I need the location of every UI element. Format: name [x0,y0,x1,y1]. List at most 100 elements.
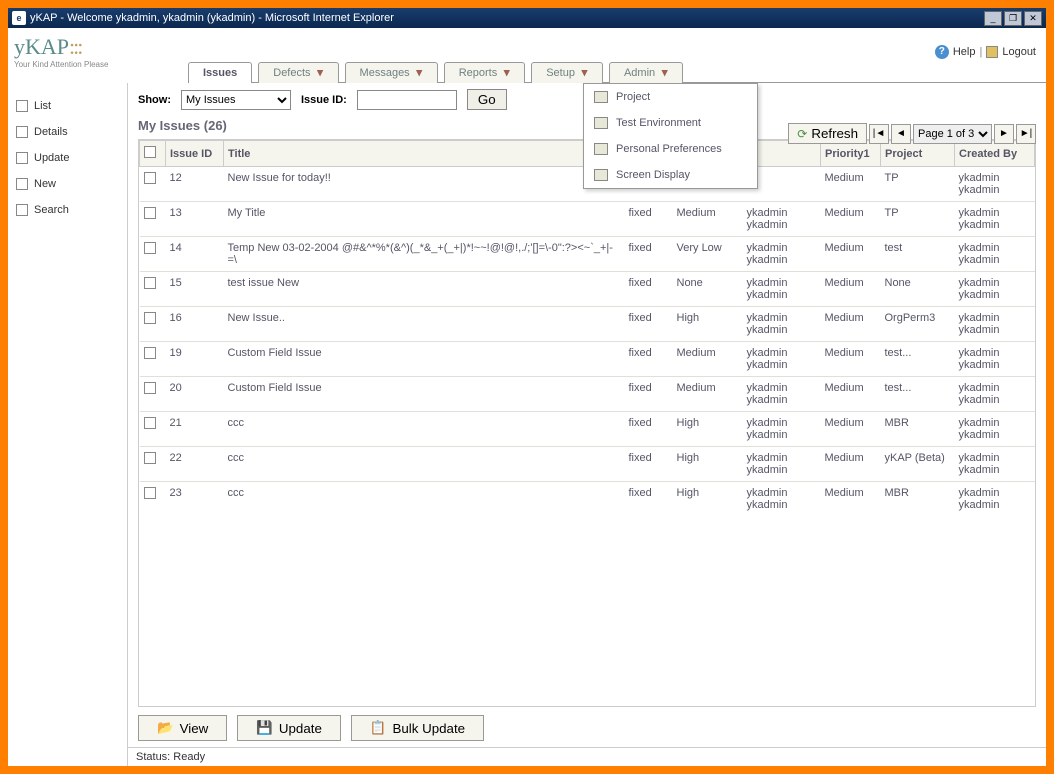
show-select[interactable]: My Issues [181,90,291,110]
cell: Medium [821,237,881,272]
page-last-button[interactable]: ►| [1016,124,1036,144]
cell: Very Low [673,237,743,272]
window-title: yKAP - Welcome ykadmin, ykadmin (ykadmin… [30,12,394,24]
page-prev-button[interactable]: ◄ [891,124,911,144]
table-row[interactable]: 20Custom Field IssuefixedMediumykadmin y… [140,377,1035,412]
sidebar-item-new[interactable]: New [8,171,127,197]
dropdown-icon [661,70,668,77]
cell: test issue New [224,272,625,307]
row-checkbox[interactable] [144,487,156,499]
row-checkbox[interactable] [144,382,156,394]
refresh-button[interactable]: ⟳Refresh [788,123,867,144]
cell: ykadmin ykadmin [955,377,1035,412]
column-header[interactable]: Project [881,141,955,167]
cell: ykadmin ykadmin [743,482,821,517]
column-header[interactable]: Title [224,141,625,167]
row-checkbox[interactable] [144,347,156,359]
tab-defects[interactable]: Defects [258,62,338,83]
menu-item-test-environment[interactable]: Test Environment [584,110,757,136]
window-titlebar: e yKAP - Welcome ykadmin, ykadmin (ykadm… [8,8,1046,28]
table-row[interactable]: 14Temp New 03-02-2004 @#&^*%*(&^)(_*&_+(… [140,237,1035,272]
dropdown-icon [416,70,423,77]
cell: None [673,272,743,307]
sidebar-item-list[interactable]: List [8,93,127,119]
cell: Medium [821,482,881,517]
page-first-button[interactable]: |◄ [869,124,889,144]
app-icon: e [12,11,26,25]
table-row[interactable]: 19Custom Field IssuefixedMediumykadmin y… [140,342,1035,377]
refresh-icon: ⟳ [797,127,807,141]
cell: Temp New 03-02-2004 @#&^*%*(&^)(_*&_+(_+… [224,237,625,272]
column-header[interactable]: Priority1 [821,141,881,167]
cell: test... [881,377,955,412]
update-button[interactable]: 💾Update [237,715,341,741]
table-row[interactable]: 16New Issue..fixedHighykadmin ykadminMed… [140,307,1035,342]
help-link[interactable]: Help [953,46,976,58]
sidebar-item-update[interactable]: Update [8,145,127,171]
cell: New Issue for today!! [224,167,625,202]
tab-reports[interactable]: Reports [444,62,526,83]
tab-setup[interactable]: Setup [531,62,603,83]
cell: fixed [625,377,673,412]
cell: fixed [625,272,673,307]
cell: Medium [821,377,881,412]
menu-item-project[interactable]: Project [584,84,757,110]
table-row[interactable]: 22cccfixedHighykadmin ykadminMediumyKAP … [140,447,1035,482]
row-checkbox[interactable] [144,417,156,429]
cell: Custom Field Issue [224,342,625,377]
table-row[interactable]: 23cccfixedHighykadmin ykadminMediumMBRyk… [140,482,1035,517]
cell: Medium [821,447,881,482]
row-checkbox[interactable] [144,312,156,324]
cell: 20 [166,377,224,412]
table-row[interactable]: 21cccfixedHighykadmin ykadminMediumMBRyk… [140,412,1035,447]
select-all-checkbox[interactable] [144,146,156,158]
row-checkbox[interactable] [144,452,156,464]
page-icon [16,126,28,138]
column-header[interactable] [140,141,166,167]
row-checkbox[interactable] [144,242,156,254]
row-checkbox[interactable] [144,277,156,289]
row-checkbox[interactable] [144,172,156,184]
cell: Custom Field Issue [224,377,625,412]
menu-item-personal-preferences[interactable]: Personal Preferences [584,136,757,162]
row-checkbox[interactable] [144,207,156,219]
cell: ykadmin ykadmin [743,342,821,377]
column-header[interactable]: Created By [955,141,1035,167]
menu-icon [594,169,608,181]
logo: yKAP::: [14,34,108,60]
cell: Medium [821,272,881,307]
cell: TP [881,167,955,202]
tab-admin[interactable]: Admin [609,62,683,83]
cell: OrgPerm3 [881,307,955,342]
minimize-button[interactable]: _ [984,11,1002,26]
cell: Medium [673,377,743,412]
view-button[interactable]: 📂View [138,715,227,741]
page-next-button[interactable]: ► [994,124,1014,144]
sidebar-item-search[interactable]: Search [8,197,127,223]
tab-messages[interactable]: Messages [345,62,438,83]
table-row[interactable]: 13My TitlefixedMediumykadmin ykadminMedi… [140,202,1035,237]
logout-icon [986,46,998,58]
cell: Medium [821,342,881,377]
cell: High [673,482,743,517]
column-header[interactable]: Issue ID [166,141,224,167]
logout-link[interactable]: Logout [1002,46,1036,58]
issue-id-input[interactable] [357,90,457,110]
tab-issues[interactable]: Issues [188,62,252,83]
cell: ykadmin ykadmin [955,237,1035,272]
go-button[interactable]: Go [467,89,507,110]
cell: 15 [166,272,224,307]
page-select[interactable]: Page 1 of 3 [913,124,992,144]
table-row[interactable]: 15test issue NewfixedNoneykadmin ykadmin… [140,272,1035,307]
cell: ccc [224,447,625,482]
restore-button[interactable]: ❐ [1004,11,1022,26]
dropdown-icon [581,70,588,77]
bulk-update-button[interactable]: 📋Bulk Update [351,715,484,741]
page-icon [16,178,28,190]
cell: fixed [625,447,673,482]
sidebar-item-details[interactable]: Details [8,119,127,145]
close-button[interactable]: ✕ [1024,11,1042,26]
cell: ykadmin ykadmin [743,237,821,272]
cell: 19 [166,342,224,377]
menu-item-screen-display[interactable]: Screen Display [584,162,757,188]
